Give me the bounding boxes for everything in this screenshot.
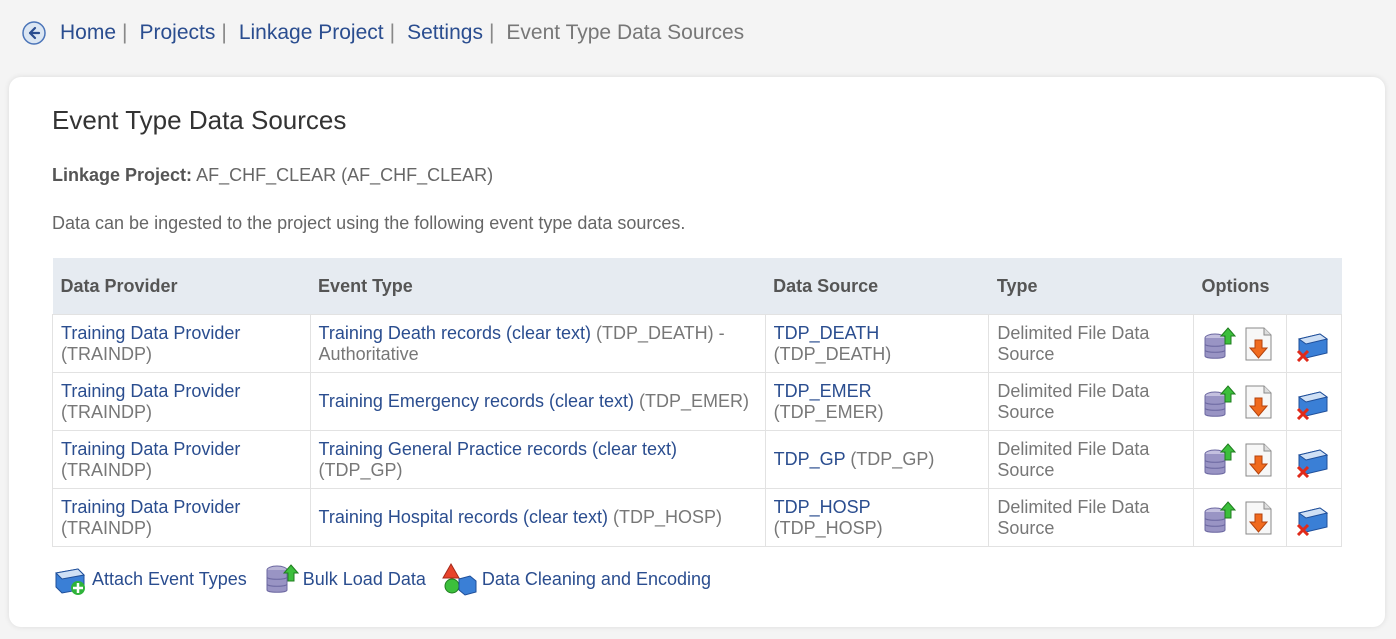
provider-code: (TRAINDP)	[61, 459, 152, 480]
event-type-note: Authoritative	[318, 343, 419, 364]
event-type-cell: Training General Practice records (clear…	[309, 430, 766, 489]
breadcrumb: Home | Projects | Linkage Project | Sett…	[22, 18, 744, 48]
page-title: Event Type Data Sources	[52, 105, 347, 135]
data-cleaning-icon	[441, 562, 477, 596]
options-cell	[1192, 488, 1287, 547]
provider-code: (TRAINDP)	[61, 401, 152, 422]
event-type-link[interactable]: Training Emergency records (clear text)	[319, 391, 634, 411]
data-source-cell: TDP_HOSP (TDP_HOSP)	[764, 488, 990, 547]
bulk-load-icon	[266, 564, 299, 593]
download-file-icon[interactable]	[1241, 326, 1275, 362]
header-type: Type	[988, 258, 1194, 315]
provider-link[interactable]: Training Data Provider	[61, 381, 240, 401]
bulk-load-data-action[interactable]: Bulk Load Data	[263, 561, 426, 597]
data-source-link[interactable]: TDP_GP	[774, 449, 846, 469]
bulk-load-data-link[interactable]: Bulk Load Data	[303, 569, 426, 590]
breadcrumb-linkage-project[interactable]: Linkage Project	[239, 21, 384, 45]
breadcrumb-projects[interactable]: Projects	[140, 21, 216, 45]
intro-text: Data can be ingested to the project usin…	[52, 213, 686, 233]
header-event-type: Event Type	[310, 258, 766, 315]
attach-event-types-action[interactable]: Attach Event Types	[52, 561, 247, 597]
provider-link[interactable]: Training Data Provider	[61, 323, 240, 343]
remove-data-source-icon[interactable]	[1295, 384, 1329, 420]
remove-data-source-icon[interactable]	[1295, 500, 1329, 536]
data-source-link[interactable]: TDP_EMER	[774, 381, 872, 401]
breadcrumb-separator: |	[389, 21, 396, 44]
options-cell	[1285, 430, 1343, 489]
action-links: Attach Event Types Bulk Load Data Data C…	[52, 561, 727, 597]
breadcrumb-separator: |	[221, 21, 227, 44]
remove-data-source-icon[interactable]	[1295, 442, 1329, 478]
header-data-provider: Data Provider	[52, 258, 311, 315]
table-row: Training Data Provider (TRAINDP) Trainin…	[52, 314, 1343, 373]
options-cell	[1192, 314, 1287, 373]
load-data-icon[interactable]	[1202, 326, 1236, 362]
event-type-code: (TDP_DEATH) -	[596, 322, 725, 343]
provider-cell: Training Data Provider (TRAINDP)	[52, 488, 311, 547]
event-type-code: (TDP_EMER)	[639, 391, 750, 411]
type-cell: Delimited File Data Source	[988, 488, 1194, 547]
event-type-link[interactable]: Training General Practice records (clear…	[319, 439, 677, 459]
data-source-code: (TDP_GP)	[850, 449, 935, 469]
options-cell	[1285, 488, 1343, 547]
data-source-link[interactable]: TDP_DEATH	[774, 323, 880, 343]
data-sources-table: Data Provider Event Type Data Source Typ…	[52, 258, 1343, 547]
options-cell	[1192, 430, 1287, 489]
attach-event-types-link[interactable]: Attach Event Types	[92, 569, 247, 590]
provider-cell: Training Data Provider (TRAINDP)	[52, 314, 311, 373]
data-source-code: (TDP_HOSP)	[773, 517, 883, 538]
data-source-code: (TDP_DEATH)	[773, 343, 892, 364]
load-data-icon[interactable]	[1202, 384, 1236, 420]
provider-code: (TRAINDP)	[61, 343, 152, 364]
data-cleaning-link[interactable]: Data Cleaning and Encoding	[482, 569, 711, 590]
data-cleaning-action[interactable]: Data Cleaning and Encoding	[441, 561, 711, 597]
back-arrow-icon[interactable]	[22, 21, 46, 45]
event-type-link[interactable]: Training Hospital records (clear text)	[319, 507, 608, 527]
data-source-cell: TDP_EMER (TDP_EMER)	[764, 372, 990, 431]
remove-data-source-icon[interactable]	[1295, 326, 1329, 362]
provider-cell: Training Data Provider (TRAINDP)	[52, 372, 311, 431]
data-source-cell: TDP_DEATH (TDP_DEATH)	[764, 314, 990, 373]
data-source-cell: TDP_GP (TDP_GP)	[764, 430, 990, 489]
options-cell	[1192, 372, 1287, 431]
event-type-code: (TDP_GP)	[318, 459, 403, 480]
content-card: Event Type Data Sources Linkage Project:…	[9, 77, 1385, 627]
attach-event-types-icon	[54, 568, 86, 595]
options-cell	[1285, 372, 1343, 431]
breadcrumb-separator: |	[488, 21, 495, 44]
event-type-cell: Training Death records (clear text) (TDP…	[309, 314, 766, 373]
download-file-icon[interactable]	[1241, 384, 1275, 420]
data-source-code: (TDP_EMER)	[773, 401, 884, 422]
provider-link[interactable]: Training Data Provider	[61, 497, 240, 517]
type-cell: Delimited File Data Source	[988, 372, 1194, 431]
table-row: Training Data Provider (TRAINDP) Trainin…	[52, 372, 1343, 431]
header-data-source: Data Source	[765, 258, 989, 315]
provider-link[interactable]: Training Data Provider	[61, 439, 240, 459]
load-data-icon[interactable]	[1202, 500, 1236, 536]
type-cell: Delimited File Data Source	[988, 314, 1194, 373]
provider-cell: Training Data Provider (TRAINDP)	[52, 430, 311, 489]
header-options: Options	[1193, 258, 1342, 315]
type-cell: Delimited File Data Source	[988, 430, 1194, 489]
table-row: Training Data Provider (TRAINDP) Trainin…	[52, 488, 1343, 547]
provider-code: (TRAINDP)	[61, 517, 152, 538]
event-type-link[interactable]: Training Death records (clear text)	[319, 323, 591, 343]
download-file-icon[interactable]	[1241, 442, 1275, 478]
table-row: Training Data Provider (TRAINDP) Trainin…	[52, 430, 1343, 489]
breadcrumb-current: Event Type Data Sources	[506, 21, 745, 44]
options-cell	[1285, 314, 1343, 373]
event-type-cell: Training Hospital records (clear text) (…	[309, 488, 766, 547]
event-type-cell: Training Emergency records (clear text) …	[309, 372, 766, 431]
project-line: Linkage Project: AF_CHF_CLEAR (AF_CHF_CL…	[52, 165, 493, 186]
table-header-row: Data Provider Event Type Data Source Typ…	[52, 258, 1342, 315]
data-source-link[interactable]: TDP_HOSP	[774, 497, 871, 517]
download-file-icon[interactable]	[1241, 500, 1275, 536]
load-data-icon[interactable]	[1202, 442, 1236, 478]
project-value: AF_CHF_CLEAR (AF_CHF_CLEAR)	[196, 165, 494, 185]
project-label: Linkage Project:	[52, 165, 193, 185]
breadcrumb-settings[interactable]: Settings	[407, 21, 483, 45]
breadcrumb-home[interactable]: Home	[60, 21, 116, 45]
breadcrumb-separator: |	[122, 21, 128, 44]
event-type-code: (TDP_HOSP)	[613, 507, 723, 527]
